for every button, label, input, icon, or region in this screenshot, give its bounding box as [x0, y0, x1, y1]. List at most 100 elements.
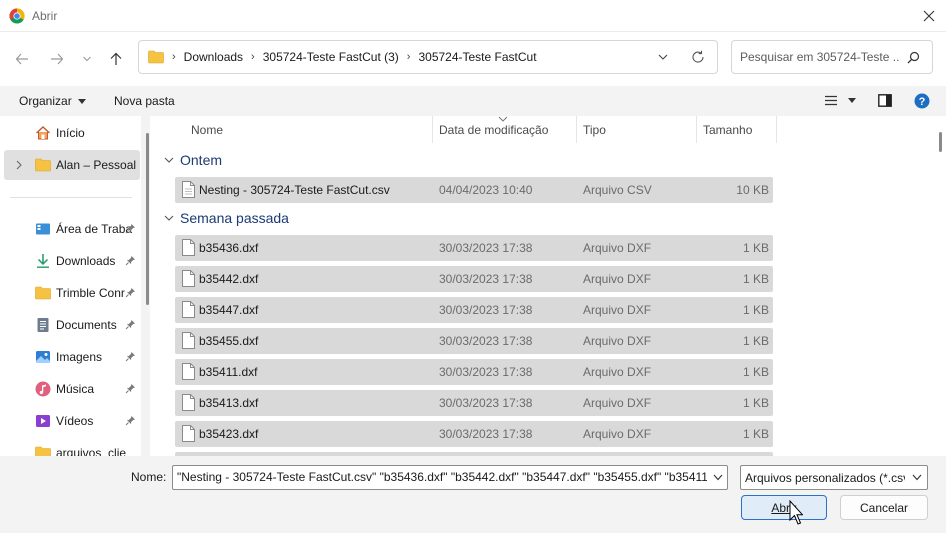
bottom-panel: Nome: Arquivos personalizados (*.csv; Ab… — [0, 456, 946, 533]
close-button[interactable] — [912, 0, 946, 32]
file-size: 1 KB — [742, 303, 769, 317]
music-icon — [35, 381, 51, 397]
file-row[interactable]: b35442.dxf 30/03/2023 17:38 Arquivo DXF … — [175, 266, 773, 292]
desktop-icon — [36, 223, 50, 235]
up-button[interactable] — [105, 48, 127, 70]
folder-icon — [35, 286, 51, 300]
cancel-button[interactable]: Cancelar — [840, 495, 928, 520]
back-button[interactable] — [11, 48, 33, 70]
file-list-scrollbar[interactable] — [936, 116, 946, 456]
column-header-size[interactable]: Tamanho — [697, 116, 777, 143]
nav-item-imagens[interactable]: Imagens — [0, 342, 141, 372]
recent-locations-button[interactable] — [76, 48, 98, 70]
chevron-right-icon[interactable] — [16, 160, 22, 170]
chevron-down-icon — [912, 474, 922, 481]
column-header-label: Data de modificação — [439, 122, 549, 137]
download-icon — [37, 254, 49, 268]
nav-item-documents[interactable]: Documents — [0, 310, 141, 340]
search-icon[interactable] — [907, 51, 920, 64]
file-size: 1 KB — [742, 334, 769, 348]
organize-label: Organizar — [19, 94, 72, 108]
file-name-combobox[interactable] — [172, 465, 728, 490]
new-folder-button[interactable]: Nova pasta — [114, 94, 175, 108]
address-bar[interactable]: › Downloads › 305724-Teste FastCut (3) ›… — [138, 40, 718, 74]
pin-icon — [125, 256, 135, 266]
group-header-ontem[interactable]: Ontem — [164, 152, 222, 168]
file-name: Nesting - 305724-Teste FastCut.csv — [199, 183, 390, 197]
dxf-file-icon — [182, 425, 195, 442]
home-icon — [36, 126, 50, 140]
mouse-cursor-icon — [789, 500, 803, 525]
file-row[interactable]: b35436.dxf 30/03/2023 17:38 Arquivo DXF … — [175, 235, 773, 261]
file-row[interactable]: Nesting - 305724-Teste FastCut.csv 04/04… — [175, 177, 773, 203]
nav-divider — [10, 197, 132, 198]
file-modified: 30/03/2023 17:38 — [439, 272, 533, 286]
nav-item-label: arquivos_clie — [56, 446, 127, 456]
nav-item-label: Imagens — [56, 350, 103, 364]
nav-item-desktop[interactable]: Área de Traba — [0, 214, 141, 244]
list-view-icon — [825, 95, 837, 106]
dxf-file-icon — [182, 301, 195, 318]
open-button[interactable]: Abrir — [741, 495, 827, 520]
search-input[interactable] — [740, 50, 900, 64]
search-box[interactable] — [731, 40, 933, 74]
new-folder-label: Nova pasta — [114, 94, 175, 108]
sort-chevron-icon — [498, 116, 508, 122]
breadcrumb-separator-icon[interactable]: › — [251, 51, 255, 63]
nav-scrollbar[interactable] — [146, 133, 149, 305]
file-row[interactable]: b35447.dxf 30/03/2023 17:38 Arquivo DXF … — [175, 297, 773, 323]
dxf-file-icon — [182, 332, 195, 349]
view-options-button[interactable] — [824, 95, 856, 106]
nav-item-trimble[interactable]: Trimble Conr — [0, 278, 141, 308]
nav-item-musica[interactable]: Música — [0, 374, 141, 404]
file-modified: 30/03/2023 17:38 — [439, 365, 533, 379]
chevron-down-icon — [164, 157, 174, 163]
nav-item-label: Alan – Pessoal — [56, 158, 137, 172]
file-row[interactable]: b35411.dxf 30/03/2023 17:38 Arquivo DXF … — [175, 359, 773, 385]
file-size: 1 KB — [742, 365, 769, 379]
file-row[interactable]: b35413.dxf 30/03/2023 17:38 Arquivo DXF … — [175, 390, 773, 416]
pin-icon — [125, 352, 135, 362]
caret-down-icon — [848, 98, 856, 103]
column-header-label: Nome — [191, 122, 224, 137]
help-icon: ? — [914, 93, 930, 109]
refresh-icon[interactable] — [691, 50, 705, 64]
chevron-down-icon[interactable] — [713, 474, 723, 481]
file-type: Arquivo DXF — [583, 241, 652, 255]
group-header-semana-passada[interactable]: Semana passada — [164, 210, 289, 226]
file-name: b35423.dxf — [199, 427, 259, 441]
file-name-input[interactable] — [177, 470, 707, 484]
breadcrumb-separator-icon[interactable]: › — [407, 51, 411, 63]
organize-button[interactable]: Organizar — [19, 94, 86, 108]
column-header-type[interactable]: Tipo — [577, 116, 697, 143]
address-dropdown-icon[interactable] — [657, 51, 669, 63]
pin-icon — [125, 384, 135, 394]
file-modified: 30/03/2023 17:38 — [439, 334, 533, 348]
scrollbar-thumb[interactable] — [939, 132, 942, 152]
nav-item-videos[interactable]: Vídeos — [0, 406, 141, 436]
nav-item-arquivos-clientes[interactable]: arquivos_clie — [0, 438, 141, 456]
breadcrumb-current-folder[interactable]: 305724-Teste FastCut — [418, 50, 536, 64]
help-button[interactable]: ? — [914, 93, 930, 109]
nav-item-inicio[interactable]: Início — [0, 118, 141, 148]
nav-item-downloads[interactable]: Downloads — [0, 246, 141, 276]
file-modified: 30/03/2023 17:38 — [439, 303, 533, 317]
nav-item-label: Documents — [56, 318, 117, 332]
file-type: Arquivo DXF — [583, 272, 652, 286]
file-type-filter[interactable]: Arquivos personalizados (*.csv; — [740, 465, 928, 490]
breadcrumb-separator-icon[interactable]: › — [172, 51, 176, 63]
nav-item-label: Início — [56, 126, 85, 140]
file-row[interactable]: b35455.dxf 30/03/2023 17:38 Arquivo DXF … — [175, 328, 773, 354]
column-header-name[interactable]: Nome — [185, 116, 433, 143]
breadcrumb-downloads[interactable]: Downloads — [184, 50, 243, 64]
file-size: 1 KB — [742, 272, 769, 286]
breadcrumb-parent-folder[interactable]: 305724-Teste FastCut (3) — [263, 50, 399, 64]
pictures-icon — [36, 351, 50, 363]
navigation-pane: Início Alan – Pessoal Área de Traba Down… — [0, 116, 141, 456]
group-label: Semana passada — [180, 210, 289, 226]
preview-pane-button[interactable] — [878, 94, 892, 107]
file-row[interactable]: b35423.dxf 30/03/2023 17:38 Arquivo DXF … — [175, 421, 773, 447]
close-icon — [923, 10, 935, 22]
forward-button[interactable] — [46, 48, 68, 70]
nav-item-alan-pessoal[interactable]: Alan – Pessoal — [4, 150, 140, 180]
